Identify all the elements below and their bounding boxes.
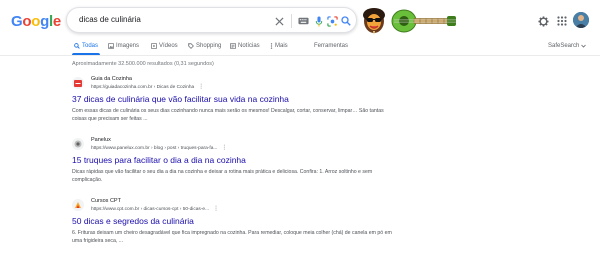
tab-label: Mais — [275, 43, 288, 49]
search-divider — [291, 14, 292, 28]
result-snippet: Dicas rápidas que vão facilitar o seu di… — [72, 169, 373, 183]
tab-videos[interactable]: Vídeos — [151, 43, 178, 49]
more-options-icon[interactable]: ⋮ — [221, 145, 227, 151]
tab-shopping[interactable]: Shopping — [188, 43, 221, 49]
keyboard-icon[interactable] — [296, 14, 310, 28]
clear-icon[interactable] — [272, 14, 286, 28]
image-icon — [108, 43, 114, 49]
search-icon — [74, 43, 80, 49]
site-name[interactable]: Guia da Cozinha — [91, 76, 132, 82]
more-options-icon[interactable]: ⋮ — [213, 206, 219, 212]
safesearch-button[interactable]: SafeSearch — [548, 43, 587, 49]
tab-label: Shopping — [196, 43, 222, 49]
result-title-link[interactable]: 37 dicas de culinária que vão facilitar … — [72, 94, 289, 104]
tab-mais[interactable]: Mais — [270, 43, 288, 49]
result-snippet: 6. Frituras deixam um cheiro desagradáve… — [72, 230, 392, 244]
tab-label: Notícias — [238, 43, 260, 49]
tab-label: Todas — [82, 43, 99, 49]
lens-icon[interactable] — [325, 14, 339, 28]
tab-imagens[interactable]: Imagens — [108, 43, 139, 49]
tag-icon — [188, 43, 194, 49]
settings-icon[interactable] — [536, 14, 550, 28]
site-url[interactable]: https://guiadacozinha.com.br › Dicas de … — [91, 83, 204, 90]
search-input[interactable]: dicas de culinária — [79, 15, 141, 24]
tools-button[interactable]: Ferramentas — [314, 43, 348, 49]
google-logo[interactable]: Google — [11, 13, 61, 30]
search-box[interactable]: dicas de culinária — [66, 7, 357, 33]
logo-letter: e — [52, 13, 61, 30]
chevron-down-icon — [581, 44, 587, 48]
result-stats: Aproximadamente 32.500.000 resultados (0… — [72, 61, 214, 67]
account-avatar[interactable] — [573, 12, 589, 28]
logo-letter: g — [40, 13, 49, 30]
logo-letter: o — [22, 13, 32, 30]
site-url-text: https://www.panelux.com.br › blog › post… — [91, 146, 218, 151]
apps-icon[interactable] — [555, 14, 569, 28]
more-icon — [270, 43, 273, 49]
search-tabs: Todas Imagens Vídeos Shopping Notícias M… — [0, 40, 600, 55]
logo-letter: o — [31, 13, 41, 30]
tools-label: Ferramentas — [314, 43, 349, 49]
site-url[interactable]: https://www.panelux.com.br › blog › post… — [91, 144, 227, 151]
search-icon[interactable] — [339, 14, 353, 28]
tabs-divider — [0, 55, 600, 56]
more-options-icon[interactable]: ⋮ — [198, 84, 204, 90]
site-favicon[interactable] — [72, 77, 84, 89]
microphone-icon[interactable] — [312, 14, 326, 28]
logo-letter: G — [11, 13, 23, 30]
site-url[interactable]: https://www.cpt.com.br › dicas-cursos-cp… — [91, 205, 219, 212]
news-icon — [230, 43, 236, 49]
panelux-logo-icon — [74, 140, 82, 148]
tab-todas[interactable]: Todas — [74, 43, 98, 49]
guia-cozinha-logo-icon — [74, 79, 82, 87]
site-url-text: https://www.cpt.com.br › dicas-cursos-cp… — [91, 207, 210, 212]
site-url-text: https://guiadacozinha.com.br › Dicas de … — [91, 85, 195, 90]
site-name[interactable]: Cursos CPT — [91, 198, 121, 204]
cpt-logo-icon — [75, 202, 81, 208]
tab-noticias[interactable]: Notícias — [230, 43, 260, 49]
safesearch-label: SafeSearch — [548, 43, 580, 49]
guitar-doodle-icon[interactable] — [360, 4, 460, 36]
result-snippet: Com essas dicas de culinária os seus dia… — [72, 108, 384, 122]
result-title-link[interactable]: 50 dicas e segredos da culinária — [72, 216, 194, 226]
site-favicon[interactable] — [72, 199, 84, 211]
tab-label: Imagens — [116, 43, 140, 49]
video-icon — [151, 43, 157, 49]
site-favicon[interactable] — [72, 138, 84, 150]
tab-label: Vídeos — [159, 43, 178, 49]
site-name[interactable]: Panelux — [91, 137, 111, 143]
header: Google dicas de culinária — [0, 0, 600, 40]
result-title-link[interactable]: 15 truques para facilitar o dia a dia na… — [72, 155, 246, 165]
